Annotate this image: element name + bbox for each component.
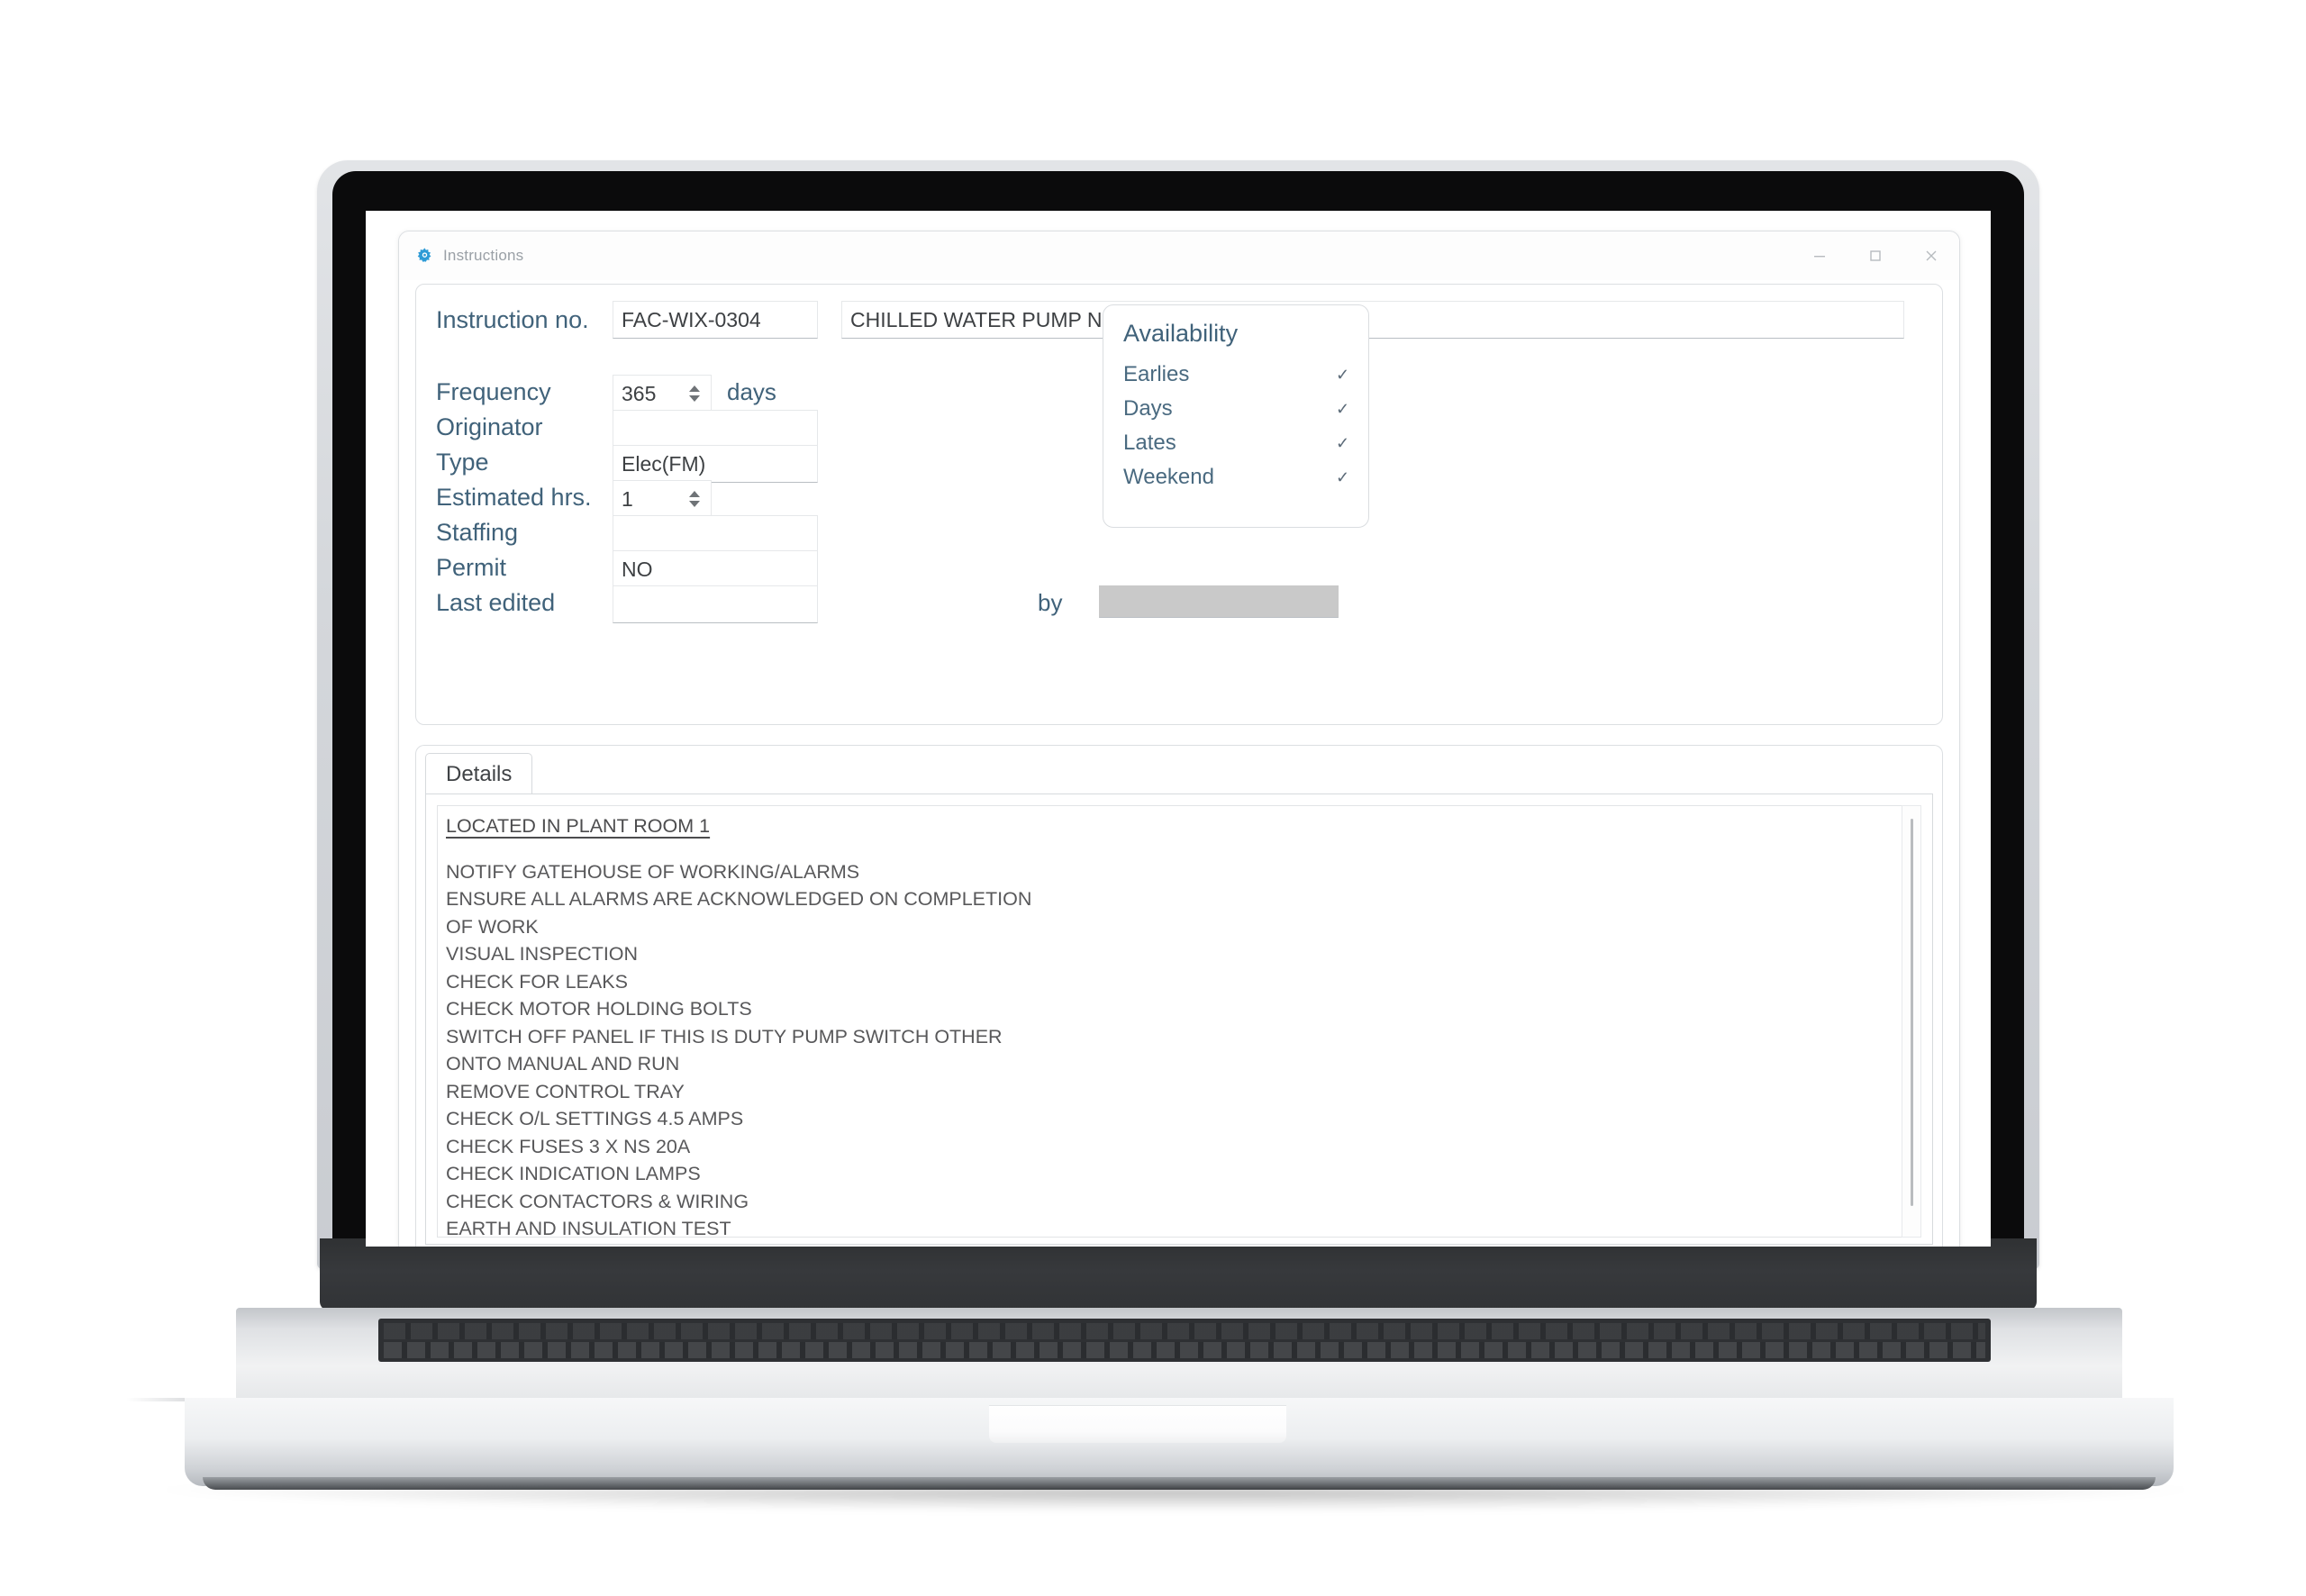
gear-icon [415,247,434,266]
instruction-description-input[interactable]: CHILLED WATER PUMP NO1 ANNUAL ELECTRICAL [841,301,1904,339]
details-tabstrip: Details [425,753,533,794]
frequency-input[interactable]: 365 [613,375,712,413]
details-line: CHECK FOR LEAKS [446,970,628,993]
details-scrollbar[interactable] [1902,805,1921,1238]
laptop-drop-shadow [162,1488,2189,1511]
tab-details[interactable]: Details [425,753,533,794]
details-line: CHECK INDICATION LAMPS [446,1163,701,1184]
availability-checkbox-earlies[interactable]: ✓ [1335,367,1350,383]
details-panel: Details LOCATED IN PLANT ROOM 1 NOTIFY G… [415,745,1943,1247]
laptop-trackpad [989,1405,1286,1443]
permit-label: Permit [436,554,507,581]
instruction-details-panel: Instruction no. FAC-WIX-0304 CHILLED WAT… [415,284,1943,725]
details-line: CHECK MOTOR HOLDING BOLTS [446,998,752,1020]
estimated-hrs-stepper[interactable] [685,485,704,512]
availability-label-weekend: Weekend [1123,465,1214,489]
details-line: NOTIFY GATEHOUSE OF WORKING/ALARMS [446,860,860,883]
last-edited-input[interactable] [613,585,818,623]
close-button[interactable] [1903,231,1959,280]
close-icon [1923,248,1939,264]
frequency-stepper-down-icon[interactable] [689,395,700,402]
originator-input[interactable] [613,410,818,448]
titlebar-left-group: Instructions [399,247,523,266]
frequency-stepper-up-icon[interactable] [689,385,700,392]
availability-checkbox-days[interactable]: ✓ [1335,401,1350,417]
maximize-icon [1867,248,1884,264]
type-input[interactable]: Elec(FM) [613,445,818,483]
details-line: CHECK FUSES 3 X NS 20A [446,1135,691,1157]
screenshot-stage: Instructions Instruction no. FAC-WIX-030… [0,0,2306,1596]
window-titlebar[interactable]: Instructions [399,231,1959,280]
keyboard-row [384,1342,1985,1358]
frequency-label: Frequency [436,378,551,405]
estimated-hrs-input[interactable]: 1 [613,480,712,518]
frequency-value: 365 [622,381,657,405]
instruction-no-input[interactable]: FAC-WIX-0304 [613,301,818,339]
details-tab-body: LOCATED IN PLANT ROOM 1 NOTIFY GATEHOUSE… [425,794,1933,1245]
permit-input[interactable]: NO [613,550,818,588]
laptop-lid-chin [320,1238,2037,1310]
availability-row-earlies[interactable]: Earlies ✓ [1123,361,1350,388]
details-line: ENSURE ALL ALARMS ARE ACKNOWLEDGED ON CO… [446,888,1032,910]
availability-checkbox-weekend[interactable]: ✓ [1335,469,1350,485]
minimize-icon [1811,248,1828,264]
last-edited-by-value [1099,585,1339,618]
details-line: CHECK O/L SETTINGS 4.5 AMPS [446,1108,744,1129]
availability-row-weekend[interactable]: Weekend ✓ [1123,464,1350,491]
window-title: Instructions [443,247,524,264]
estimated-hrs-value: 1 [622,486,633,511]
availability-label-days: Days [1123,396,1173,421]
window-controls [1792,231,1959,280]
laptop-keyboard-deck [236,1308,2122,1405]
staffing-label: Staffing [436,519,519,546]
details-line: CHECK CONTACTORS & WIRING [446,1190,749,1212]
details-line: OF WORK [446,915,539,938]
details-memo[interactable]: LOCATED IN PLANT ROOM 1 NOTIFY GATEHOUSE… [437,805,1921,1238]
details-line: SWITCH OFF PANEL IF THIS IS DUTY PUMP SW… [446,1025,1003,1047]
type-label: Type [436,449,489,476]
details-line: REMOVE CONTROL TRAY [446,1080,685,1102]
availability-label-lates: Lates [1123,431,1176,455]
details-line: ONTO MANUAL AND RUN [446,1053,680,1075]
details-line: EARTH AND INSULATION TEST [446,1218,731,1238]
last-edited-label: Last edited [436,589,556,616]
estimated-hrs-label: Estimated hrs. [436,484,592,511]
staffing-input[interactable] [613,515,818,553]
minimize-button[interactable] [1792,231,1848,280]
keyboard-row [384,1323,1985,1339]
instruction-no-label: Instruction no. [436,306,589,333]
details-line: VISUAL INSPECTION [446,943,639,965]
laptop-keyboard [378,1319,1991,1362]
estimated-hrs-stepper-up-icon[interactable] [689,491,700,497]
laptop-screen: Instructions Instruction no. FAC-WIX-030… [366,211,1991,1247]
details-heading: LOCATED IN PLANT ROOM 1 [446,815,711,837]
availability-label-earlies: Earlies [1123,362,1190,386]
details-scrollbar-thumb[interactable] [1911,819,1913,1206]
availability-checkbox-lates[interactable]: ✓ [1335,435,1350,451]
instructions-window: Instructions Instruction no. FAC-WIX-030… [398,231,1960,1247]
estimated-hrs-stepper-down-icon[interactable] [689,501,700,507]
frequency-stepper[interactable] [685,380,704,407]
details-memo-content: LOCATED IN PLANT ROOM 1 NOTIFY GATEHOUSE… [438,806,1921,1238]
availability-row-lates[interactable]: Lates ✓ [1123,430,1350,457]
originator-label: Originator [436,413,543,440]
maximize-button[interactable] [1848,231,1903,280]
availability-row-days[interactable]: Days ✓ [1123,395,1350,422]
frequency-unit-label: days [727,378,776,405]
last-edited-by-label: by [1038,589,1063,616]
availability-title: Availability [1123,320,1239,347]
availability-group: Availability Earlies ✓ Days ✓ Lates ✓ We… [1103,304,1369,528]
